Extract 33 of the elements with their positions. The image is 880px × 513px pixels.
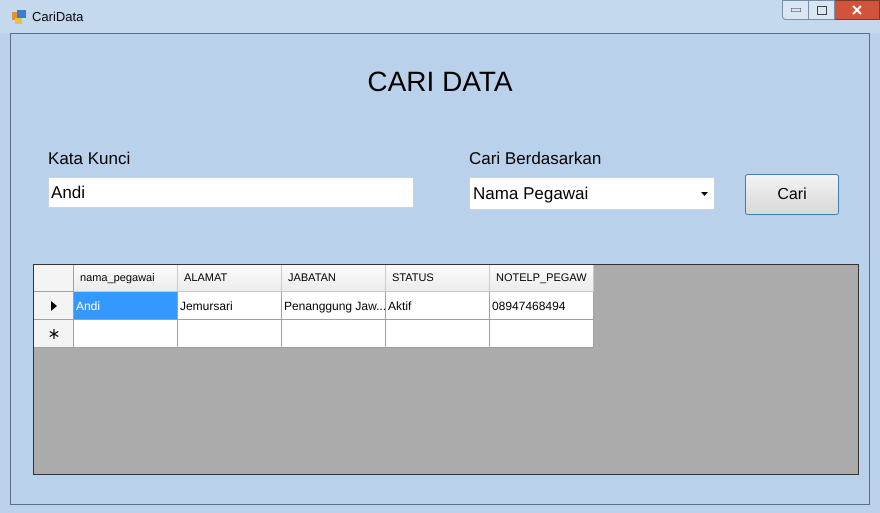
column-header[interactable]: NOTELP_PEGAW xyxy=(490,265,594,292)
triangle-icon xyxy=(50,300,56,310)
table-cell[interactable]: 08947468494 xyxy=(490,292,594,320)
table-cell[interactable]: Penanggung Jaw... xyxy=(282,292,386,320)
close-button[interactable] xyxy=(835,0,880,20)
minimize-icon xyxy=(790,8,800,12)
column-header[interactable]: ALAMAT xyxy=(178,265,282,292)
search-button[interactable]: Cari xyxy=(745,174,839,215)
table-cell[interactable] xyxy=(178,320,282,348)
minimize-button[interactable] xyxy=(782,0,809,20)
field-label: Kata Kunci xyxy=(48,148,132,170)
table-cell[interactable]: Aktif xyxy=(386,292,490,320)
search-by-dropdown[interactable]: Nama Pegawai xyxy=(469,177,715,210)
asterisk-icon xyxy=(48,328,58,338)
window-title: CariData xyxy=(32,8,84,26)
column-header[interactable]: JABATAN xyxy=(282,265,386,292)
dropdown-caret-icon xyxy=(701,192,708,196)
app-icon xyxy=(12,10,26,24)
row-header[interactable] xyxy=(34,320,74,348)
table-cell[interactable]: Jemursari xyxy=(178,292,282,320)
table-cell[interactable] xyxy=(74,320,178,348)
field-label: Cari Berdasarkan xyxy=(469,148,602,170)
page-heading: CARI DATA xyxy=(367,65,513,99)
table-cell[interactable] xyxy=(282,320,386,348)
maximize-button[interactable] xyxy=(809,0,835,20)
maximize-icon xyxy=(816,6,826,14)
table-cell[interactable] xyxy=(490,320,594,348)
keyword-field[interactable]: Andi xyxy=(48,177,414,208)
close-icon xyxy=(852,5,862,15)
row-header[interactable] xyxy=(34,292,74,320)
column-header[interactable]: STATUS xyxy=(386,265,490,292)
column-header[interactable]: nama_pegawai xyxy=(74,265,178,292)
table-cell[interactable] xyxy=(386,320,490,348)
